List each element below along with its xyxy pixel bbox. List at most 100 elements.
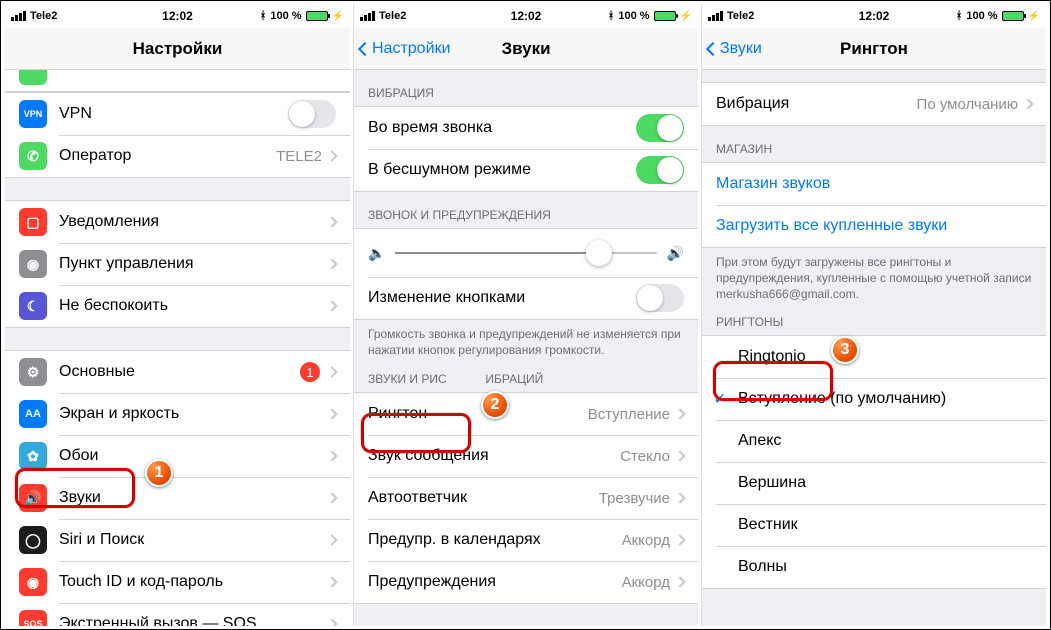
row-vibrate-on-ring[interactable]: Во время звонка <box>354 107 698 149</box>
speaker-low-icon: 🔈 <box>368 245 385 262</box>
battery-icon <box>654 11 676 21</box>
row-control-center[interactable]: ◉ Пункт управления <box>5 243 350 285</box>
reminders-value: Аккорд <box>622 574 670 591</box>
chevron-right-icon <box>674 577 685 588</box>
row-sounds[interactable]: 🔊 Звуки <box>5 477 350 519</box>
store-link-label: Магазин звуков <box>716 175 1032 193</box>
triptych-container: Tele2 12:02 ᚼ 100 % ⚡ Настройки VPN VPN <box>0 0 1051 630</box>
navbar: Настройки Звуки <box>354 28 698 70</box>
back-button[interactable]: Звуки <box>708 40 762 58</box>
chevron-right-icon <box>326 216 337 227</box>
download-link-label: Загрузить все купленные звуки <box>716 217 1032 235</box>
ringtone-apex-label: Апекс <box>738 432 1032 450</box>
row-operator[interactable]: ✆ Оператор TELE2 <box>5 135 350 177</box>
sounds-content[interactable]: ВИБРАЦИЯ Во время звонка В бесшумном реж… <box>354 70 698 626</box>
calendar-value: Аккорд <box>622 532 670 549</box>
control-center-icon: ◉ <box>19 250 47 278</box>
vibration-value: По умолчанию <box>917 96 1018 113</box>
siri-label: Siri и Поиск <box>59 531 328 549</box>
row-vibrate-on-silent[interactable]: В бесшумном режиме <box>354 149 698 191</box>
chevron-right-icon <box>326 492 337 503</box>
row-ringtone[interactable]: Рингтон Вступление <box>354 393 698 435</box>
battery-icon <box>306 11 328 21</box>
row-download-all[interactable]: Загрузить все купленные звуки <box>702 205 1046 247</box>
speaker-high-icon: 🔊 <box>667 245 684 262</box>
general-label: Основные <box>59 363 300 381</box>
row-volume-slider[interactable]: 🔈 🔊 <box>354 229 698 277</box>
navbar: Настройки <box>5 28 350 70</box>
control-center-label: Пункт управления <box>59 255 328 273</box>
row-ringtone-vestnik[interactable]: Вестник <box>702 504 1046 546</box>
annotation-number-1: 1 <box>145 459 173 487</box>
page-title: Звуки <box>501 39 550 59</box>
row-reminders[interactable]: Предупреждения Аккорд <box>354 561 698 603</box>
back-button[interactable]: Настройки <box>360 40 450 58</box>
row-calendar[interactable]: Предупр. в календарях Аккорд <box>354 519 698 561</box>
vibration-label: Вибрация <box>716 95 917 113</box>
sos-label: Экстренный вызов — SOS <box>59 615 328 626</box>
patterns-header-part1: ЗВУКИ И РИС <box>368 372 447 386</box>
row-wallpaper[interactable]: ✿ Обои <box>5 435 350 477</box>
ringtone-value: Вступление <box>588 406 670 423</box>
row-change-with-buttons[interactable]: Изменение кнопками <box>354 277 698 319</box>
battery-icon <box>1002 11 1024 21</box>
row-notifications[interactable]: ▢ Уведомления <box>5 201 350 243</box>
general-badge: 1 <box>300 362 320 382</box>
row-vibration[interactable]: Вибрация По умолчанию <box>702 83 1046 125</box>
chevron-right-icon <box>326 300 337 311</box>
chevron-right-icon <box>674 535 685 546</box>
partial-row[interactable] <box>5 70 350 92</box>
ringtone-content[interactable]: Вибрация По умолчанию МАГАЗИН Магазин зв… <box>702 70 1046 626</box>
vpn-toggle[interactable] <box>288 100 336 128</box>
settings-content[interactable]: VPN VPN ✆ Оператор TELE2 ▢ Уведомления <box>5 70 350 626</box>
chevron-right-icon <box>326 366 337 377</box>
row-vpn[interactable]: VPN VPN <box>5 93 350 135</box>
phone-settings: Tele2 12:02 ᚼ 100 % ⚡ Настройки VPN VPN <box>5 4 350 626</box>
row-ringtone-volny[interactable]: Волны <box>702 546 1046 588</box>
row-display[interactable]: AA Экран и яркость <box>5 393 350 435</box>
wallpaper-icon: ✿ <box>19 442 47 470</box>
chevron-right-icon <box>326 576 337 587</box>
row-ringtone-custom[interactable]: Ringtonio <box>702 336 1046 378</box>
ringtone-vestnik-label: Вестник <box>738 516 1032 534</box>
sounds-icon: 🔊 <box>19 484 47 512</box>
row-sound-store[interactable]: Магазин звуков <box>702 163 1046 205</box>
notifications-label: Уведомления <box>59 213 328 231</box>
vpn-icon: VPN <box>19 100 47 128</box>
reminders-label: Предупреждения <box>368 573 622 591</box>
ringtone-custom-label: Ringtonio <box>738 348 1032 366</box>
row-siri[interactable]: ◯ Siri и Поиск <box>5 519 350 561</box>
change-buttons-label: Изменение кнопками <box>368 289 636 307</box>
change-buttons-toggle[interactable] <box>636 284 684 312</box>
vibrate-silent-toggle[interactable] <box>636 156 684 184</box>
chevron-right-icon <box>674 409 685 420</box>
row-ringtone-default[interactable]: ✓ Вступление (по умолчанию) <box>702 378 1046 420</box>
chevron-right-icon <box>1022 98 1033 109</box>
vpn-label: VPN <box>59 105 288 123</box>
display-icon: AA <box>19 400 47 428</box>
row-ringtone-apex[interactable]: Апекс <box>702 420 1046 462</box>
sos-icon: SOS <box>19 610 47 626</box>
annotation-number-3: 3 <box>831 336 859 364</box>
row-text-tone[interactable]: Звук сообщения Стекло <box>354 435 698 477</box>
siri-icon: ◯ <box>19 526 47 554</box>
row-voicemail[interactable]: Автоответчик Трезвучие <box>354 477 698 519</box>
row-sos[interactable]: SOS Экстренный вызов — SOS <box>5 603 350 626</box>
volume-slider[interactable] <box>395 252 656 254</box>
row-general[interactable]: ⚙ Основные 1 <box>5 351 350 393</box>
status-time: 12:02 <box>354 9 698 23</box>
touchid-icon: ◉ <box>19 568 47 596</box>
chevron-right-icon <box>674 493 685 504</box>
row-touchid[interactable]: ◉ Touch ID и код-пароль <box>5 561 350 603</box>
ringtone-label: Рингтон <box>368 405 588 423</box>
header-ringtones: РИНГТОНЫ <box>702 313 1046 335</box>
notifications-icon: ▢ <box>19 208 47 236</box>
row-ringtone-vershina[interactable]: Вершина <box>702 462 1046 504</box>
dnd-icon: ☾ <box>19 292 47 320</box>
ringtone-default-label: Вступление (по умолчанию) <box>738 390 1032 408</box>
row-dnd[interactable]: ☾ Не беспокоить <box>5 285 350 327</box>
footer-ringer: Громкость звонка и предупреждений не изм… <box>354 320 698 368</box>
operator-value: TELE2 <box>276 148 322 165</box>
vibrate-ring-toggle[interactable] <box>636 114 684 142</box>
status-bar: Tele2 12:02 ᚼ 100 % ⚡ <box>702 4 1046 28</box>
